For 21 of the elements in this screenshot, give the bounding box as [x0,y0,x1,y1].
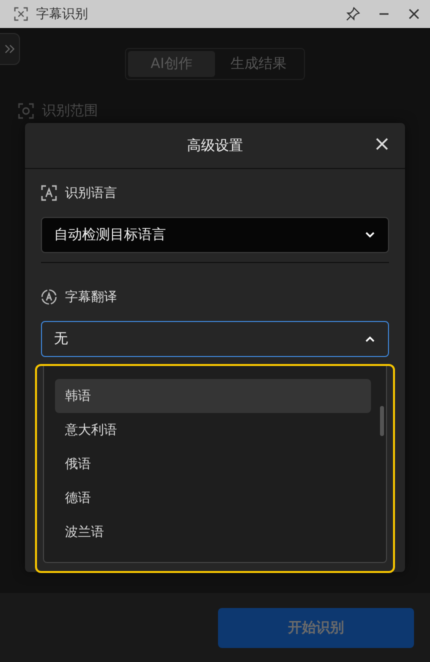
scan-area-icon [18,103,34,119]
dropdown-option[interactable]: 意大利语 [55,413,371,447]
dropdown-option[interactable]: 韩语 [55,379,371,413]
dropdown-option[interactable]: 俄语 [55,447,371,481]
window-title: 字幕识别 [36,6,89,23]
dropdown-option[interactable]: 德语 [55,481,371,515]
pin-icon[interactable] [346,7,360,21]
language-icon [41,185,57,201]
double-chevron-icon [4,43,16,55]
close-icon[interactable] [408,8,420,20]
language-dropdown[interactable]: 无 [41,321,389,357]
subtitle-scan-icon [14,7,28,21]
translate-icon [41,289,57,305]
dropdown-option[interactable]: 波兰语 [55,515,371,549]
expand-sidebar-button[interactable] [0,33,20,65]
dialog-title: 高级设置 [187,136,243,154]
scrollbar-thumb[interactable] [380,406,384,436]
section-label: 识别范围 [42,102,98,120]
language-dropdown[interactable]: 自动检测目标语言 [41,217,389,253]
field-label: 字幕翻译 [65,289,117,306]
field-label: 识别语言 [65,185,117,202]
